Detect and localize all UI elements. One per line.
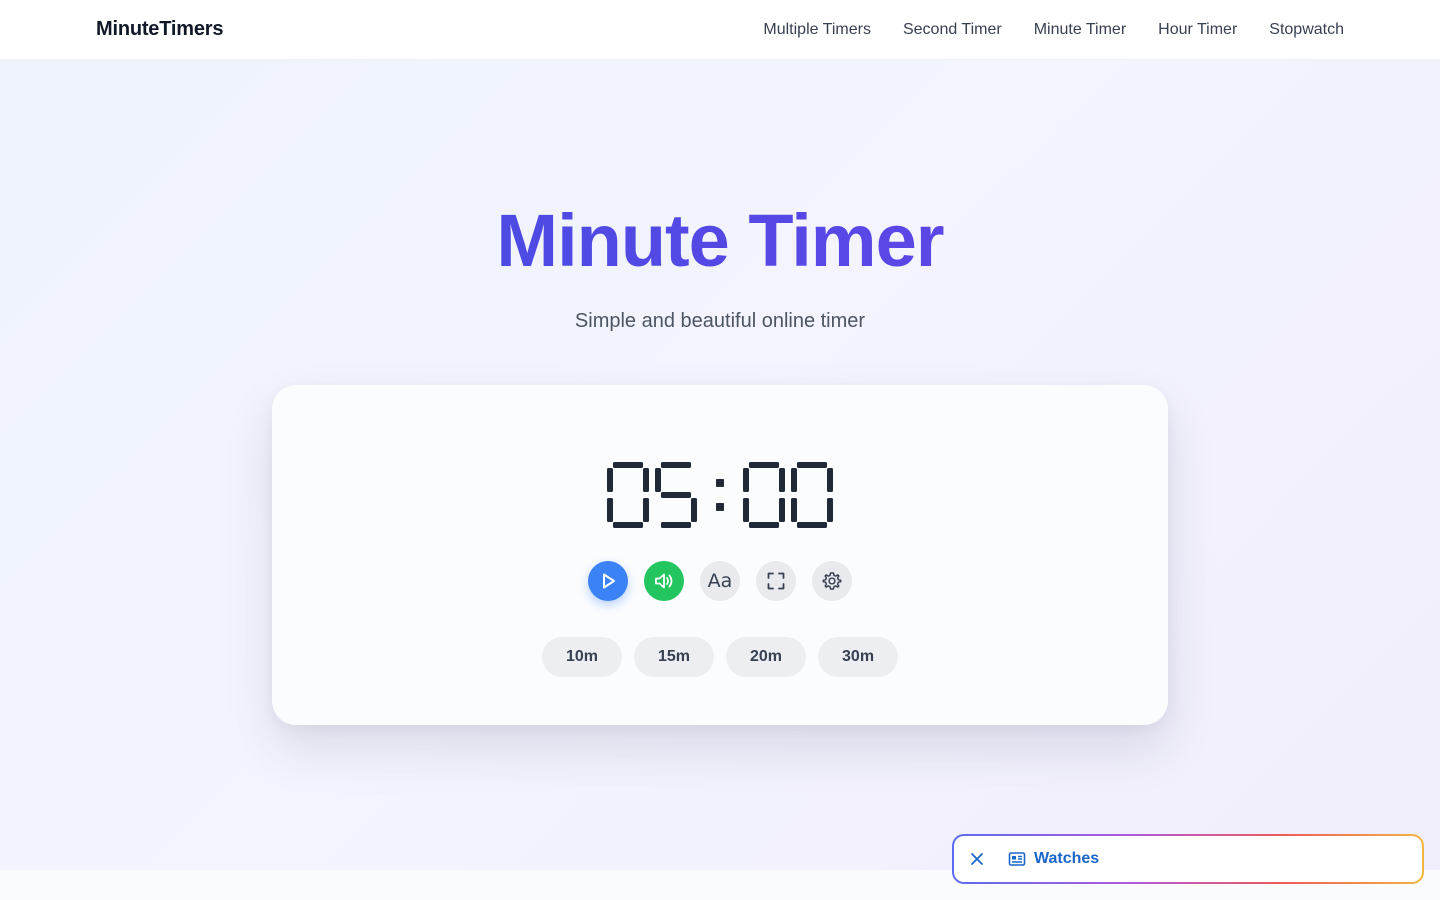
play-button[interactable] [588,561,628,601]
gear-icon [822,572,842,590]
fullscreen-button[interactable] [756,561,796,601]
page-subtitle: Simple and beautiful online timer [574,310,866,332]
timer-display [272,455,1168,535]
volume-icon [655,573,673,589]
watches-bar-inner: Watches [954,836,1422,882]
top-navigation: MinuteTimers Multiple Timers Second Time… [0,0,1440,60]
timer-colon [700,462,740,528]
timer-controls: Aa [272,561,1168,601]
fullscreen-icon [767,572,785,590]
page-title: Minute Timer [0,195,1440,287]
timer-digit-2 [743,462,785,528]
watches-label: Watches [1034,850,1100,867]
preset-30m-button[interactable]: 30m [818,637,899,677]
timer-digit-0 [607,462,649,528]
watches-bar: Watches [952,834,1424,884]
nav-link-second-timer[interactable]: Second Timer [903,21,1002,39]
nav-link-stopwatch[interactable]: Stopwatch [1269,21,1344,39]
close-icon[interactable] [970,852,984,866]
hero-section: Minute Timer Simple and beautiful online… [0,60,1440,870]
nav-link-hour-timer[interactable]: Hour Timer [1158,21,1237,39]
newspaper-icon [1008,852,1026,866]
nav-link-multiple-timers[interactable]: Multiple Timers [763,21,871,39]
settings-button[interactable] [812,561,852,601]
play-icon [603,573,615,589]
preset-15m-button[interactable]: 15m [633,637,714,677]
font-style-button[interactable]: Aa [700,561,740,601]
preset-10m-button[interactable]: 10m [541,637,622,677]
main-nav: Multiple Timers Second Timer Minute Time… [763,21,1344,39]
site-logo[interactable]: MinuteTimers [96,18,223,41]
timer-digit-3 [791,462,833,528]
sound-toggle-button[interactable] [644,561,684,601]
watches-link[interactable]: Watches [1008,850,1099,868]
nav-link-minute-timer[interactable]: Minute Timer [1034,21,1126,39]
preset-buttons: 10m 15m 20m 30m [272,637,1168,677]
preset-20m-button[interactable]: 20m [726,637,807,677]
timer-card: Aa 10m 15m 20m 30m [272,385,1168,725]
timer-digit-1 [655,462,697,528]
font-icon: Aa [707,570,733,592]
